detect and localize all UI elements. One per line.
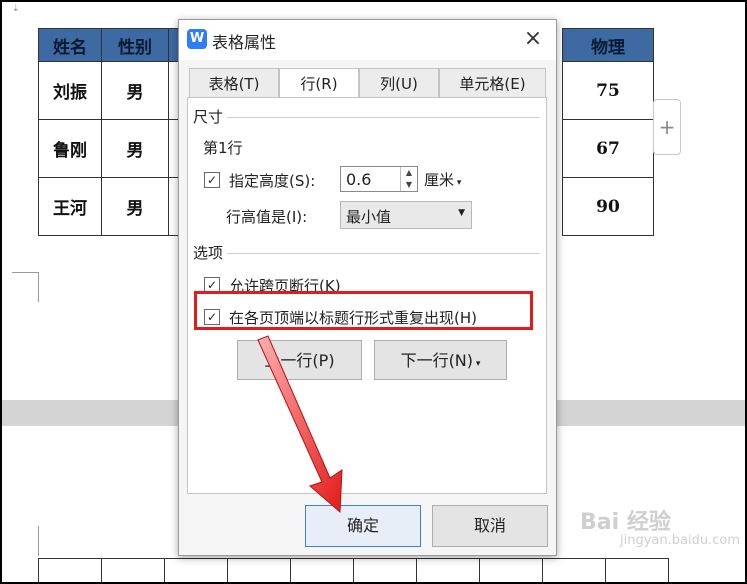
- red-arrow-icon: [257, 335, 343, 514]
- annotation-arrow: [257, 335, 343, 514]
